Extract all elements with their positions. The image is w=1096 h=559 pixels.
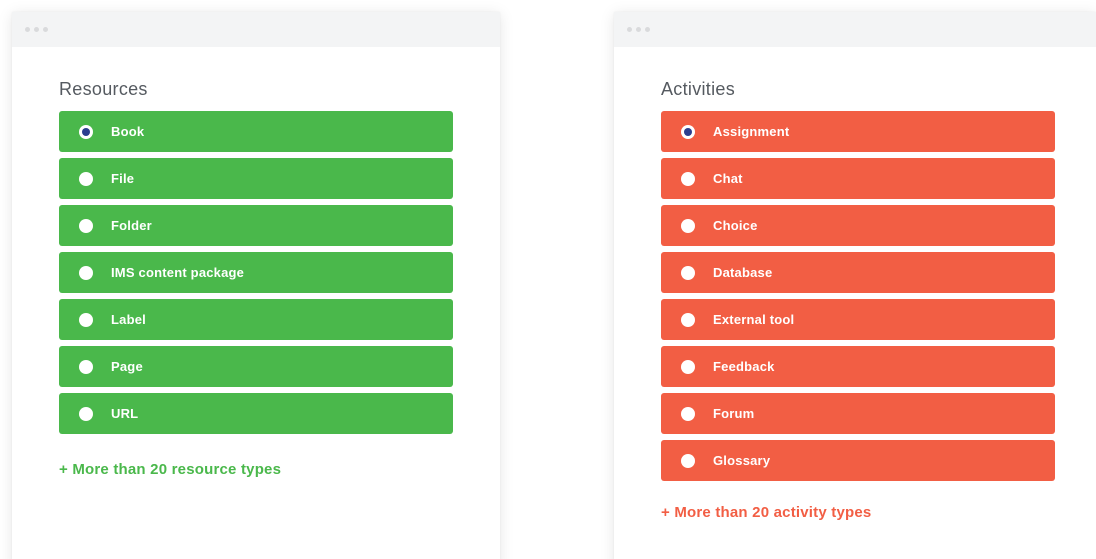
radio-icon[interactable] (681, 359, 695, 374)
radio-icon[interactable] (79, 218, 93, 233)
resource-item-label: Folder (111, 218, 152, 233)
resource-item-folder[interactable]: Folder (59, 205, 453, 246)
activity-item-label: External tool (713, 312, 795, 327)
radio-icon[interactable] (681, 265, 695, 280)
activity-item-label: Choice (713, 218, 758, 233)
resources-list: Book File Folder IMS content package Lab… (59, 111, 500, 434)
resource-item-label: URL (111, 406, 139, 421)
resource-item-url[interactable]: URL (59, 393, 453, 434)
more-activity-types-link[interactable]: + More than 20 activity types (661, 504, 871, 521)
activity-item-label: Chat (713, 171, 743, 186)
activity-item-database[interactable]: Database (661, 252, 1055, 293)
radio-icon[interactable] (681, 406, 695, 421)
resource-item-page[interactable]: Page (59, 346, 453, 387)
activities-list: Assignment Chat Choice Database External… (661, 111, 1096, 481)
activity-item-external-tool[interactable]: External tool (661, 299, 1055, 340)
window-dot-icon (43, 27, 48, 32)
activity-item-glossary[interactable]: Glossary (661, 440, 1055, 481)
window-dot-icon (636, 27, 641, 32)
radio-selected-icon[interactable] (79, 124, 93, 139)
resources-window: Resources Book File Folder IMS content p… (12, 12, 500, 559)
radio-icon[interactable] (79, 265, 93, 280)
activity-item-label: Glossary (713, 453, 771, 468)
radio-icon[interactable] (681, 218, 695, 233)
radio-icon[interactable] (681, 453, 695, 468)
activity-item-assignment[interactable]: Assignment (661, 111, 1055, 152)
window-dot-icon (34, 27, 39, 32)
resource-item-file[interactable]: File (59, 158, 453, 199)
activity-item-forum[interactable]: Forum (661, 393, 1055, 434)
window-titlebar (12, 12, 500, 47)
stage: Resources Book File Folder IMS content p… (0, 0, 1096, 559)
activity-item-choice[interactable]: Choice (661, 205, 1055, 246)
radio-icon[interactable] (79, 171, 93, 186)
activities-content: Activities Assignment Chat Choice Databa… (614, 47, 1096, 522)
window-controls (627, 27, 650, 32)
radio-icon[interactable] (681, 171, 695, 186)
radio-icon[interactable] (79, 312, 93, 327)
radio-icon[interactable] (79, 359, 93, 374)
activity-item-label: Assignment (713, 124, 790, 139)
activity-item-feedback[interactable]: Feedback (661, 346, 1055, 387)
resources-title: Resources (59, 79, 148, 99)
resource-item-label: Book (111, 124, 145, 139)
activity-item-chat[interactable]: Chat (661, 158, 1055, 199)
activities-title: Activities (661, 79, 736, 99)
activity-item-label: Database (713, 265, 773, 280)
window-dot-icon (645, 27, 650, 32)
resource-item-label-type[interactable]: Label (59, 299, 453, 340)
activity-item-label: Forum (713, 406, 755, 421)
activity-item-label: Feedback (713, 359, 775, 374)
resource-item-label: IMS content package (111, 265, 245, 280)
resource-item-label: Page (111, 359, 143, 374)
radio-icon[interactable] (681, 312, 695, 327)
resource-item-book[interactable]: Book (59, 111, 453, 152)
resource-item-label: File (111, 171, 135, 186)
radio-selected-icon[interactable] (681, 124, 695, 139)
activities-window: Activities Assignment Chat Choice Databa… (614, 12, 1096, 559)
window-dot-icon (25, 27, 30, 32)
resource-item-label: Label (111, 312, 146, 327)
radio-icon[interactable] (79, 406, 93, 421)
more-resource-types-link[interactable]: + More than 20 resource types (59, 461, 281, 478)
resource-item-ims-content-package[interactable]: IMS content package (59, 252, 453, 293)
window-controls (25, 27, 48, 32)
resources-content: Resources Book File Folder IMS content p… (12, 47, 500, 479)
window-dot-icon (627, 27, 632, 32)
window-titlebar (614, 12, 1096, 47)
